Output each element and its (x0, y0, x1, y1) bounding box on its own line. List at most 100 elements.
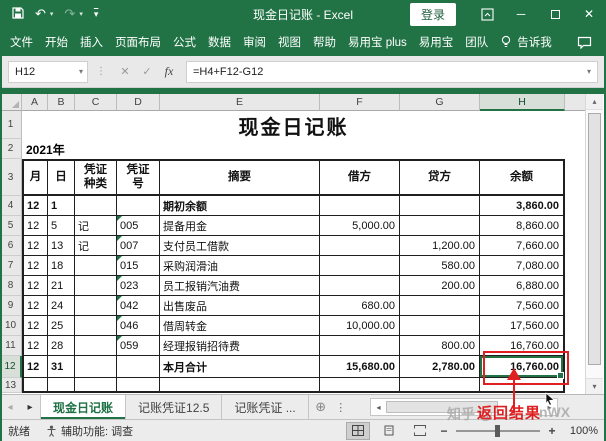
cell-voucher-type[interactable] (75, 378, 117, 393)
close-button[interactable]: ✕ (572, 0, 606, 28)
header-cell[interactable]: 凭证号 (117, 159, 160, 196)
header-cell[interactable]: 借方 (320, 159, 400, 196)
cell-day[interactable]: 25 (48, 316, 75, 336)
cell-voucher-type[interactable] (75, 256, 117, 276)
cell-month[interactable]: 12 (22, 356, 48, 378)
cell-credit[interactable] (400, 316, 480, 336)
sheet-tab[interactable]: 记账凭证12.5 (126, 395, 222, 419)
ribbon-tab[interactable]: 文件 (10, 34, 33, 50)
cell-summary[interactable]: 经理报销招待费 (160, 336, 320, 356)
cell-voucher-type[interactable] (75, 296, 117, 316)
cell-voucher-type[interactable]: 记 (75, 216, 117, 236)
vertical-scrollbar-thumb[interactable] (588, 113, 601, 365)
customize-qat-icon[interactable]: ▾ (94, 9, 99, 20)
cell-debit[interactable] (320, 336, 400, 356)
selected-cell-H12[interactable]: 16,760.00 (480, 356, 565, 378)
normal-view-button[interactable] (346, 422, 370, 440)
row-header-4[interactable]: 4 (0, 196, 22, 216)
ribbon-tab[interactable]: 页面布局 (115, 34, 161, 50)
cell-credit[interactable]: 800.00 (400, 336, 480, 356)
accessibility-status[interactable]: 辅助功能: 调查 (46, 423, 133, 439)
row-header-1[interactable]: 1 (0, 111, 22, 139)
cell-debit[interactable] (320, 276, 400, 296)
row-header-3[interactable]: 3 (0, 159, 22, 196)
ribbon-tab[interactable]: 审阅 (243, 34, 266, 50)
cell-day[interactable]: 24 (48, 296, 75, 316)
column-header-E[interactable]: E (160, 94, 320, 111)
zoom-out-icon[interactable]: − (439, 424, 449, 438)
cell-balance[interactable]: 7,560.00 (480, 296, 565, 316)
scroll-up-icon[interactable]: ▴ (586, 94, 603, 110)
cell-voucher-no[interactable]: 042 (117, 296, 160, 316)
cell-month[interactable]: 12 (22, 276, 48, 296)
ribbon-tab[interactable]: 易用宝 plus (348, 34, 407, 50)
header-cell[interactable]: 凭证种类 (75, 159, 117, 196)
cell-debit[interactable]: 10,000.00 (320, 316, 400, 336)
cell-credit[interactable] (400, 296, 480, 316)
year-cell[interactable]: 2021年 (22, 139, 565, 159)
undo-dropdown-icon[interactable]: ▾ (50, 10, 54, 18)
cell-balance[interactable] (480, 378, 565, 393)
cell-debit[interactable]: 680.00 (320, 296, 400, 316)
column-header-C[interactable]: C (75, 94, 117, 111)
undo-button[interactable]: ↶ (35, 6, 46, 22)
hscroll-right-icon[interactable]: ▸ (542, 399, 557, 415)
cell-summary[interactable]: 提备用金 (160, 216, 320, 236)
cell-credit[interactable]: 200.00 (400, 276, 480, 296)
cell-voucher-no[interactable]: 007 (117, 236, 160, 256)
ribbon-tab[interactable]: 团队 (465, 34, 488, 50)
formula-input[interactable]: =H4+F12-G12 ▾ (186, 61, 598, 83)
comments-button[interactable] (577, 36, 596, 49)
cell-credit[interactable] (400, 378, 480, 393)
signin-button[interactable]: 登录 (410, 3, 456, 26)
cell-credit[interactable]: 1,200.00 (400, 236, 480, 256)
cell-debit[interactable] (320, 256, 400, 276)
cell-credit[interactable] (400, 196, 480, 216)
cell-voucher-no[interactable] (117, 378, 160, 393)
sheet-tab[interactable]: 现金日记账 (40, 395, 126, 419)
ribbon-tab[interactable]: 插入 (80, 34, 103, 50)
cell-debit[interactable]: 15,680.00 (320, 356, 400, 378)
cell-voucher-type[interactable]: 记 (75, 236, 117, 256)
cancel-icon[interactable]: ✕ (114, 65, 136, 78)
cell-balance[interactable]: 8,860.00 (480, 216, 565, 236)
redo-button[interactable]: ↷ (64, 6, 75, 22)
scroll-down-icon[interactable]: ▾ (586, 378, 603, 394)
ribbon-tab[interactable]: 帮助 (313, 34, 336, 50)
column-header-F[interactable]: F (320, 94, 400, 111)
cell-day[interactable]: 18 (48, 256, 75, 276)
row-header-6[interactable]: 6 (0, 236, 22, 256)
row-header-12[interactable]: 12 (0, 356, 22, 378)
cell-day[interactable]: 28 (48, 336, 75, 356)
horizontal-scrollbar-thumb[interactable] (386, 401, 498, 413)
cell-debit[interactable]: 5,000.00 (320, 216, 400, 236)
cell-balance[interactable]: 17,560.00 (480, 316, 565, 336)
cell-month[interactable]: 12 (22, 196, 48, 216)
cell-debit[interactable] (320, 196, 400, 216)
cell-day[interactable]: 5 (48, 216, 75, 236)
ribbon-display-options-icon[interactable] (470, 0, 504, 28)
row-header-2[interactable]: 2 (0, 139, 22, 159)
row-header-8[interactable]: 8 (0, 276, 22, 296)
cell-month[interactable]: 12 (22, 256, 48, 276)
cell-summary[interactable]: 支付员工借款 (160, 236, 320, 256)
row-header-9[interactable]: 9 (0, 296, 22, 316)
tell-me-group[interactable]: 告诉我 (500, 34, 552, 50)
column-header-G[interactable]: G (400, 94, 480, 111)
cell-voucher-no[interactable]: 059 (117, 336, 160, 356)
cell-voucher-no[interactable]: 015 (117, 256, 160, 276)
cell-credit[interactable]: 580.00 (400, 256, 480, 276)
zoom-in-icon[interactable]: + (547, 424, 557, 438)
cell-balance[interactable]: 7,080.00 (480, 256, 565, 276)
cell-day[interactable]: 1 (48, 196, 75, 216)
ribbon-tab[interactable]: 易用宝 (419, 34, 454, 50)
sheet-nav-right-icon[interactable]: ▸ (20, 395, 40, 419)
horizontal-scrollbar[interactable]: ◂ ▸ (370, 398, 558, 416)
sheet-nav-left-icon[interactable]: ◂ (0, 395, 20, 419)
cell-balance[interactable]: 16,760.00 (480, 336, 565, 356)
cell-voucher-type[interactable] (75, 276, 117, 296)
column-header-H[interactable]: H (480, 94, 565, 111)
cell-voucher-type[interactable] (75, 196, 117, 216)
cell-credit[interactable] (400, 216, 480, 236)
cell-month[interactable]: 12 (22, 336, 48, 356)
